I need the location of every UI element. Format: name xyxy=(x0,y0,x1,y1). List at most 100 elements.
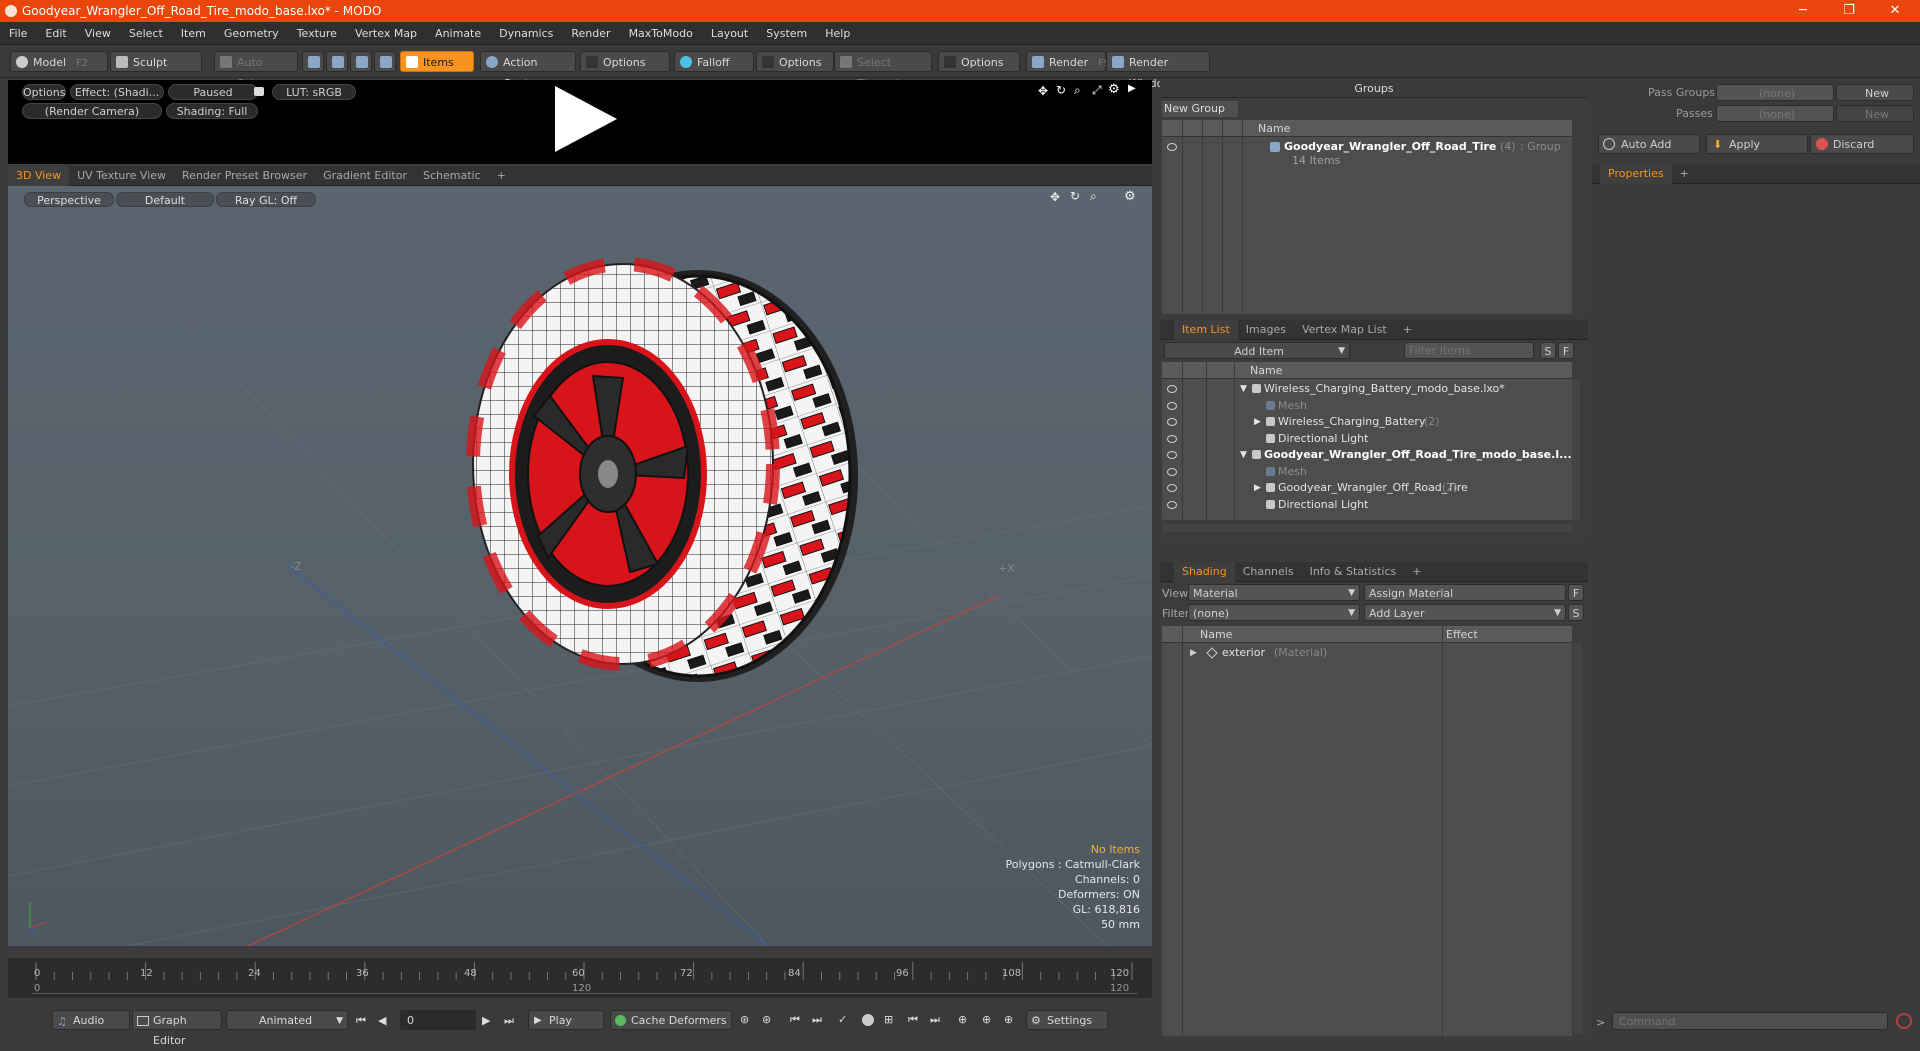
apply-button[interactable]: ⬇ Apply xyxy=(1706,134,1808,154)
filter-s-button[interactable]: S xyxy=(1540,342,1556,359)
audio-button[interactable]: ♫ Audio xyxy=(52,1010,130,1030)
menu-layout[interactable]: Layout xyxy=(702,22,757,45)
polygon-select-button[interactable] xyxy=(350,51,372,72)
motion-icon[interactable]: ⊕ xyxy=(958,1013,967,1026)
pass-groups-dropdown[interactable]: (none) xyxy=(1716,84,1834,101)
loop-start-icon[interactable]: ⏮ xyxy=(908,1013,918,1027)
new-group-button[interactable]: New Group xyxy=(1162,101,1238,117)
record-icon[interactable] xyxy=(862,1014,874,1026)
item-list-scrollbar[interactable] xyxy=(1572,380,1580,520)
frame-input[interactable]: 0 xyxy=(400,1010,476,1030)
item-list-row[interactable]: Mesh xyxy=(1162,397,1572,415)
tab-render-preset-browser[interactable]: Render Preset Browser xyxy=(174,166,315,186)
close-button[interactable]: ✕ xyxy=(1872,0,1918,22)
next-frame-icon[interactable]: ▶ xyxy=(482,1014,490,1027)
command-input[interactable] xyxy=(1612,1012,1888,1030)
tab-images[interactable]: Images xyxy=(1238,320,1294,340)
add-tab-button[interactable]: + xyxy=(1672,164,1697,184)
action-center-button[interactable]: Action Center xyxy=(480,51,576,90)
menu-render[interactable]: Render xyxy=(562,22,619,45)
add-tab-button[interactable]: + xyxy=(1395,320,1420,340)
graph-editor-button[interactable]: Graph Editor xyxy=(132,1010,222,1047)
shader-row-exterior[interactable]: ▶ exterior (Material) xyxy=(1162,644,1572,662)
visibility-eye-icon[interactable] xyxy=(1167,385,1177,393)
menu-maxtomodo[interactable]: MaxToModo xyxy=(620,22,702,45)
filter-items-input[interactable] xyxy=(1404,342,1534,359)
rotate-icon[interactable]: ↻ xyxy=(1056,83,1066,97)
s-button[interactable]: S xyxy=(1568,604,1584,621)
timeline[interactable]: 0 12 24 36 48 60 72 84 96 108 120 0 120 … xyxy=(8,958,1152,998)
expand-arrow-icon[interactable]: ▶ xyxy=(1254,479,1261,497)
item-list-row[interactable]: ▶ Wireless_Charging_Battery (2) xyxy=(1162,413,1572,431)
tab-gradient-editor[interactable]: Gradient Editor xyxy=(315,166,415,186)
add-item-dropdown[interactable]: Add Item ▼ xyxy=(1164,342,1350,359)
tab-3d-view[interactable]: 3D View xyxy=(8,166,70,186)
render-camera-dropdown[interactable]: (Render Camera) xyxy=(22,103,162,119)
new-pass-button[interactable]: New xyxy=(1836,105,1914,122)
view-dropdown[interactable]: Material ▼ xyxy=(1188,584,1360,601)
collapse-arrow-icon[interactable]: ▼ xyxy=(1240,446,1247,464)
sculpt-button[interactable]: Sculpt xyxy=(110,51,202,72)
menu-file[interactable]: File xyxy=(0,22,36,45)
visibility-eye-icon[interactable] xyxy=(1167,401,1177,410)
add-tab-button[interactable]: + xyxy=(489,166,514,186)
edge-select-button[interactable] xyxy=(326,51,348,72)
item-list-row[interactable]: Directional Light xyxy=(1162,496,1572,514)
key-icon[interactable]: ⊛ xyxy=(740,1013,749,1026)
loop-end-icon[interactable]: ⏭ xyxy=(930,1013,940,1027)
viewport-3d[interactable]: Perspective Default Ray GL: Off ✥ ↻ ⌕ ⚙ … xyxy=(8,186,1152,946)
command-history-icon[interactable] xyxy=(1896,1013,1912,1029)
filter-dropdown[interactable]: (none) ▼ xyxy=(1188,604,1360,621)
lut-dropdown[interactable]: LUT: sRGB xyxy=(272,84,356,100)
preview-effect-dropdown[interactable]: Effect: (Shadi... xyxy=(70,84,164,100)
item-list-row[interactable]: ▼ Wireless_Charging_Battery_modo_base.lxo… xyxy=(1162,380,1572,398)
first-frame-icon[interactable]: ⏮ xyxy=(356,1014,366,1028)
passes-dropdown[interactable]: (none) xyxy=(1716,105,1834,122)
arrow-right-icon[interactable]: ▶ xyxy=(1128,83,1136,94)
menu-vertex-map[interactable]: Vertex Map xyxy=(346,22,426,45)
discard-button[interactable]: Discard xyxy=(1810,134,1914,154)
model-mode-button[interactable]: Model F2 xyxy=(10,51,108,72)
action-center-options-button[interactable]: Options xyxy=(580,51,670,72)
tab-info-statistics[interactable]: Info & Statistics xyxy=(1302,562,1405,582)
material-select-button[interactable] xyxy=(374,51,396,72)
menu-system[interactable]: System xyxy=(757,22,816,45)
prev-frame-icon[interactable]: ◀ xyxy=(378,1014,386,1027)
tab-channels[interactable]: Channels xyxy=(1235,562,1302,582)
auto-select-button[interactable]: Auto Select xyxy=(214,51,298,90)
select-through-button[interactable]: Select Through xyxy=(834,51,932,90)
preview-paused-button[interactable]: Paused xyxy=(168,84,258,100)
vertex-select-button[interactable] xyxy=(302,51,324,72)
prev-key-icon[interactable]: ⏮ xyxy=(790,1013,800,1027)
settings-button[interactable]: ⚙ Settings xyxy=(1026,1010,1108,1030)
play-button[interactable]: ▶ Play xyxy=(528,1010,604,1030)
visibility-eye-icon[interactable] xyxy=(1167,467,1177,476)
menu-select[interactable]: Select xyxy=(120,22,172,45)
menu-view[interactable]: View xyxy=(76,22,120,45)
item-list-row[interactable]: ▼ Goodyear_Wrangler_Off_Road_Tire_modo_ba… xyxy=(1162,446,1572,464)
next-key-icon[interactable]: ⏭ xyxy=(812,1013,822,1027)
visibility-eye-icon[interactable] xyxy=(1167,500,1177,509)
item-list-row[interactable]: Directional Light xyxy=(1162,430,1572,448)
shader-tree-scrollbar[interactable] xyxy=(1574,644,1582,1034)
last-frame-icon[interactable]: ⏭ xyxy=(504,1014,514,1028)
menu-animate[interactable]: Animate xyxy=(426,22,490,45)
falloff-options-button[interactable]: Options xyxy=(756,51,834,72)
maximize-icon[interactable]: ⤢ xyxy=(1092,83,1102,98)
auto-key-icon[interactable]: ✓ xyxy=(838,1013,847,1026)
cache-deformers-button[interactable]: Cache Deformers xyxy=(610,1010,732,1030)
visibility-eye-icon[interactable] xyxy=(1167,143,1177,151)
visibility-eye-icon[interactable] xyxy=(1167,484,1177,492)
visibility-eye-icon[interactable] xyxy=(1167,434,1177,443)
tab-vertex-map-list[interactable]: Vertex Map List xyxy=(1294,320,1395,340)
maximize-button[interactable]: ❐ xyxy=(1826,0,1872,22)
menu-dynamics[interactable]: Dynamics xyxy=(490,22,562,45)
menu-item[interactable]: Item xyxy=(172,22,215,45)
shading-dropdown[interactable]: Shading: Full xyxy=(166,103,258,119)
item-list-row[interactable]: ▶ Goodyear_Wrangler_Off_Road_Tire (2) xyxy=(1162,479,1572,497)
tab-item-list[interactable]: Item List xyxy=(1174,320,1238,340)
preview-options-button[interactable]: Options xyxy=(22,84,66,100)
collapse-arrow-icon[interactable]: ▼ xyxy=(1240,380,1247,398)
expand-arrow-icon[interactable]: ▶ xyxy=(1190,644,1197,662)
play-icon[interactable] xyxy=(555,86,617,152)
